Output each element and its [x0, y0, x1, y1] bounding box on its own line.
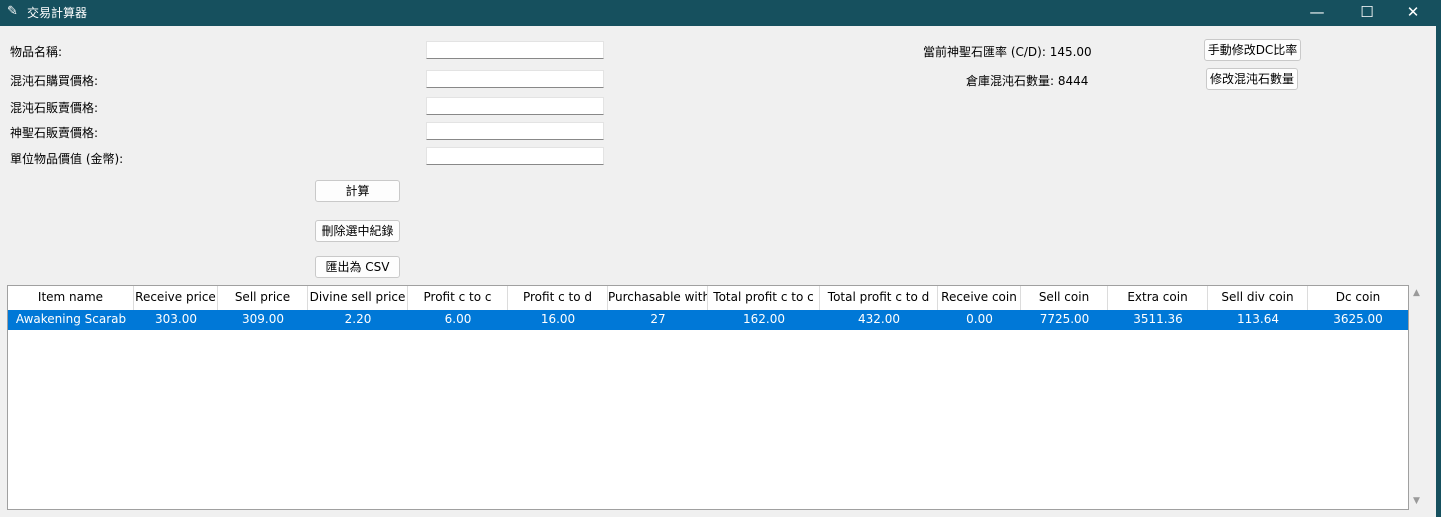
chaos-sell-price-input[interactable] [426, 97, 604, 115]
table-cell: 27 [650, 312, 666, 326]
maximize-button[interactable]: ☐ [1344, 0, 1390, 26]
table-cell: Awakening Scarab [15, 312, 127, 326]
column-header[interactable]: Sell div coin [1208, 286, 1308, 310]
chaos-buy-price-label: 混沌石購買價格: [10, 74, 99, 88]
scroll-up-arrow-icon[interactable]: ▲ [1413, 288, 1420, 298]
table-cell: 432.00 [858, 312, 900, 326]
column-header[interactable]: Extra coin [1108, 286, 1208, 310]
column-header[interactable]: Profit c to d [508, 286, 608, 310]
table-cell: 6.00 [444, 312, 472, 326]
dc-rate-text: 當前神聖石匯率 (C/D): 145.00 [923, 45, 1092, 59]
delete-selected-button[interactable]: 刪除選中紀錄 [315, 220, 400, 242]
table-cell: 7725.00 [1039, 312, 1090, 326]
divine-sell-price-input[interactable] [426, 122, 604, 140]
table-cell: 2.20 [344, 312, 372, 326]
column-header[interactable]: Total profit c to c [708, 286, 820, 310]
unit-value-label: 單位物品價值 (金幣): [10, 152, 124, 166]
edit-chaos-count-button[interactable]: 修改混沌石數量 [1206, 68, 1298, 90]
column-header[interactable]: Profit c to c [408, 286, 508, 310]
column-header[interactable]: Purchasable with [608, 286, 708, 310]
calculate-button[interactable]: 計算 [315, 180, 400, 202]
item-name-input[interactable] [426, 41, 604, 59]
table-header: Item name Receive price Sell price Divin… [8, 286, 1408, 311]
table-cell: 303.00 [155, 312, 197, 326]
window-border [1436, 26, 1441, 517]
column-header[interactable]: Item name [8, 286, 134, 310]
table-cell: 16.00 [540, 312, 576, 326]
table-cell: 309.00 [242, 312, 284, 326]
window-title: 交易計算器 [27, 6, 88, 20]
table-cell: 3625.00 [1333, 312, 1383, 326]
unit-value-input[interactable] [426, 147, 604, 165]
edit-dc-rate-button[interactable]: 手動修改DC比率 [1204, 39, 1301, 61]
chaos-sell-price-label: 混沌石販賣價格: [10, 101, 99, 115]
table-cell: 0.00 [966, 312, 993, 326]
column-header[interactable]: Divine sell price [308, 286, 408, 310]
close-button[interactable]: ✕ [1390, 0, 1436, 26]
column-header[interactable]: Receive price [134, 286, 218, 310]
title-bar: ✎ 交易計算器 — ☐ ✕ [0, 0, 1441, 26]
column-header[interactable]: Dc coin [1308, 286, 1408, 310]
chaos-buy-price-input[interactable] [426, 70, 604, 88]
export-csv-button[interactable]: 匯出為 CSV [315, 256, 400, 278]
table-cell: 113.64 [1237, 312, 1279, 326]
column-header[interactable]: Sell price [218, 286, 308, 310]
chaos-count-text: 倉庫混沌石數量: 8444 [966, 74, 1089, 88]
records-table[interactable]: Item name Receive price Sell price Divin… [7, 285, 1409, 510]
table-row[interactable]: Awakening Scarab 303.00 309.00 2.20 6.00… [8, 310, 1408, 330]
feather-icon: ✎ [7, 4, 18, 19]
table-cell: 3511.36 [1133, 312, 1183, 326]
scroll-down-arrow-icon[interactable]: ▼ [1413, 496, 1420, 506]
minimize-button[interactable]: — [1294, 0, 1340, 26]
item-name-label: 物品名稱: [10, 45, 63, 59]
column-header[interactable]: Receive coin [938, 286, 1021, 310]
column-header[interactable]: Total profit c to d [820, 286, 938, 310]
divine-sell-price-label: 神聖石販賣價格: [10, 126, 99, 140]
column-header[interactable]: Sell coin [1021, 286, 1108, 310]
table-cell: 162.00 [743, 312, 785, 326]
